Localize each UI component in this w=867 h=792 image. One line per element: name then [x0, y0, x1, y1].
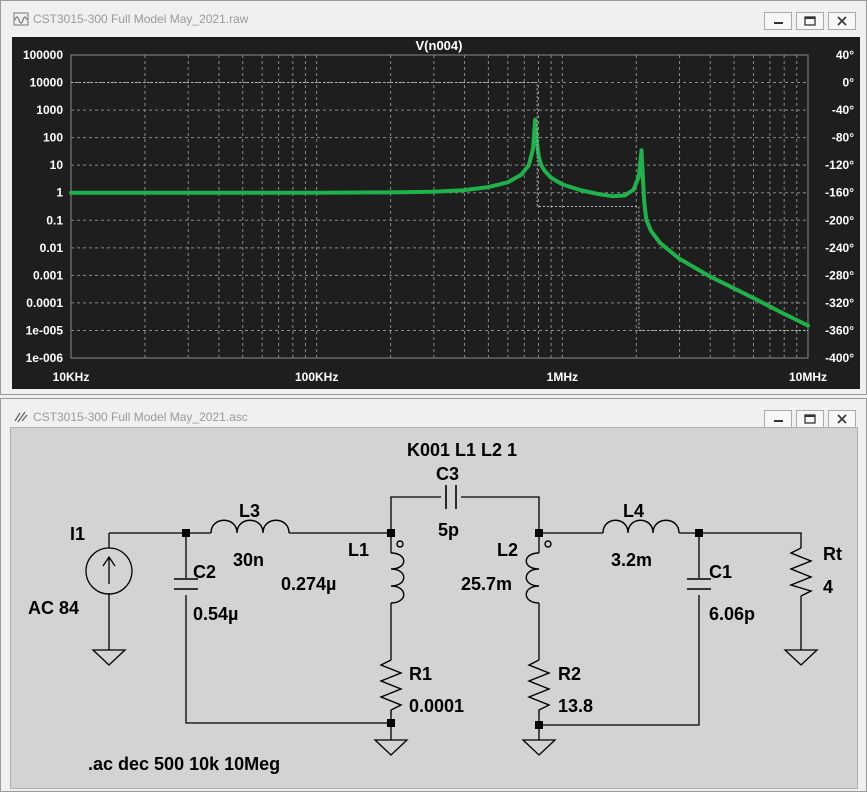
y-tick-label[interactable]: 100000	[23, 48, 63, 62]
I1-value[interactable]: AC 84	[28, 598, 79, 618]
waveform-window[interactable]: CST3015-300 Full Model May_2021.raw 1000…	[0, 0, 867, 395]
junction	[182, 529, 190, 537]
inductor-L4[interactable]	[602, 519, 680, 534]
inductor-L3[interactable]	[210, 519, 290, 534]
x-tick-label[interactable]: 1MHz	[547, 370, 578, 384]
R2-value[interactable]: 13.8	[558, 696, 593, 716]
R1-value[interactable]: 0.0001	[409, 696, 464, 716]
resistor-Rt[interactable]	[788, 547, 813, 597]
arrow-up-icon	[102, 555, 116, 584]
plot-background	[12, 37, 860, 389]
y-tick-label[interactable]: 1e-005	[26, 323, 64, 337]
junction	[387, 719, 395, 727]
junction	[387, 529, 395, 537]
close-button[interactable]	[828, 410, 856, 428]
resistor-R1[interactable]	[379, 659, 403, 715]
wire[interactable]	[461, 496, 540, 533]
y2-tick-label[interactable]: -200°	[825, 213, 854, 227]
ground-icon[interactable]	[783, 649, 819, 666]
y2-tick-label[interactable]: -320°	[825, 296, 854, 310]
L2-name[interactable]: L2	[497, 540, 518, 560]
Rt-value[interactable]: 4	[823, 577, 833, 597]
y-tick-label[interactable]: 1000	[36, 103, 63, 117]
schematic-window[interactable]: CST3015-300 Full Model May_2021.asc K001…	[0, 398, 867, 792]
C1-name[interactable]: C1	[709, 562, 732, 582]
restore-icon	[804, 414, 816, 424]
y2-tick-label[interactable]: -40°	[832, 103, 854, 117]
y-tick-label[interactable]: 10000	[30, 76, 64, 90]
y2-tick-label[interactable]: -160°	[825, 186, 854, 200]
junction	[535, 721, 543, 729]
y-tick-label[interactable]: 0.0001	[26, 296, 63, 310]
x-tick-label[interactable]: 10KHz	[53, 370, 90, 384]
y-tick-label[interactable]: 0.01	[40, 241, 64, 255]
wire[interactable]	[390, 496, 441, 533]
y-tick-label[interactable]: 0.1	[46, 213, 63, 227]
C3-name[interactable]: C3	[436, 464, 459, 484]
R2-name[interactable]: R2	[558, 664, 581, 684]
I1-name[interactable]: I1	[70, 524, 85, 544]
y-tick-label[interactable]: 100	[43, 131, 63, 145]
L1-value[interactable]: 0.274µ	[281, 574, 336, 594]
trace-label[interactable]: V(n004)	[416, 38, 463, 53]
y-tick-label[interactable]: 1	[56, 186, 63, 200]
schematic-window-title: CST3015-300 Full Model May_2021.asc	[33, 410, 248, 424]
y2-tick-label[interactable]: -120°	[825, 158, 854, 172]
schematic-icon	[14, 411, 28, 423]
capacitor-C1[interactable]	[687, 578, 711, 590]
C3-value[interactable]: 5p	[438, 520, 459, 540]
directive-coupling[interactable]: K001 L1 L2 1	[407, 440, 517, 460]
L4-name[interactable]: L4	[623, 501, 644, 521]
ground-icon[interactable]	[373, 739, 409, 756]
y-tick-label[interactable]: 10	[50, 158, 64, 172]
R1-name[interactable]: R1	[409, 664, 432, 684]
L3-name[interactable]: L3	[239, 501, 260, 521]
Rt-name[interactable]: Rt	[823, 544, 842, 564]
L4-value[interactable]: 3.2m	[611, 550, 652, 570]
ground-icon[interactable]	[521, 739, 557, 756]
ground-icon[interactable]	[91, 649, 127, 666]
L1-name[interactable]: L1	[348, 540, 369, 560]
bode-plot[interactable]: 100000 10000 1000 100 10 1 0.1 0.01 0.001 0.0001 1…	[1, 1, 866, 394]
y2-tick-label[interactable]: 40°	[836, 48, 854, 62]
minimize-button[interactable]	[764, 410, 792, 428]
minimize-icon	[774, 420, 783, 422]
y2-tick-label[interactable]: -400°	[825, 351, 854, 365]
restore-button[interactable]	[796, 410, 824, 428]
x-tick-label[interactable]: 100KHz	[295, 370, 338, 384]
y2-tick-label[interactable]: -360°	[825, 323, 854, 337]
y-tick-label[interactable]: 0.001	[33, 268, 63, 282]
y-tick-label[interactable]: 1e-006	[26, 351, 64, 365]
C2-value[interactable]: 0.54µ	[193, 604, 238, 624]
close-icon	[837, 414, 847, 424]
C1-value[interactable]: 6.06p	[709, 604, 755, 624]
L2-value[interactable]: 25.7m	[461, 574, 512, 594]
y2-tick-label[interactable]: 0°	[843, 76, 855, 90]
junction	[535, 529, 543, 537]
capacitor-C3[interactable]	[445, 485, 457, 509]
y2-tick-label[interactable]: -240°	[825, 241, 854, 255]
junction	[695, 529, 703, 537]
current-source-I1[interactable]	[85, 547, 133, 595]
y2-tick-label[interactable]: -80°	[832, 131, 854, 145]
C2-name[interactable]: C2	[193, 562, 216, 582]
directive-sim[interactable]: .ac dec 500 10k 10Meg	[88, 754, 280, 774]
x-tick-label[interactable]: 10MHz	[789, 370, 827, 384]
schematic-canvas[interactable]: K001 L1 L2 1 C3 5p I1 AC 84 L3 30n C2 0.…	[10, 427, 858, 789]
y2-tick-label[interactable]: -280°	[825, 268, 854, 282]
L3-value[interactable]: 30n	[233, 550, 264, 570]
schematic-drawing[interactable]: K001 L1 L2 1 C3 5p I1 AC 84 L3 30n C2 0.…	[11, 428, 857, 788]
inductor-L1[interactable]	[390, 540, 405, 604]
resistor-R2[interactable]	[527, 659, 551, 715]
